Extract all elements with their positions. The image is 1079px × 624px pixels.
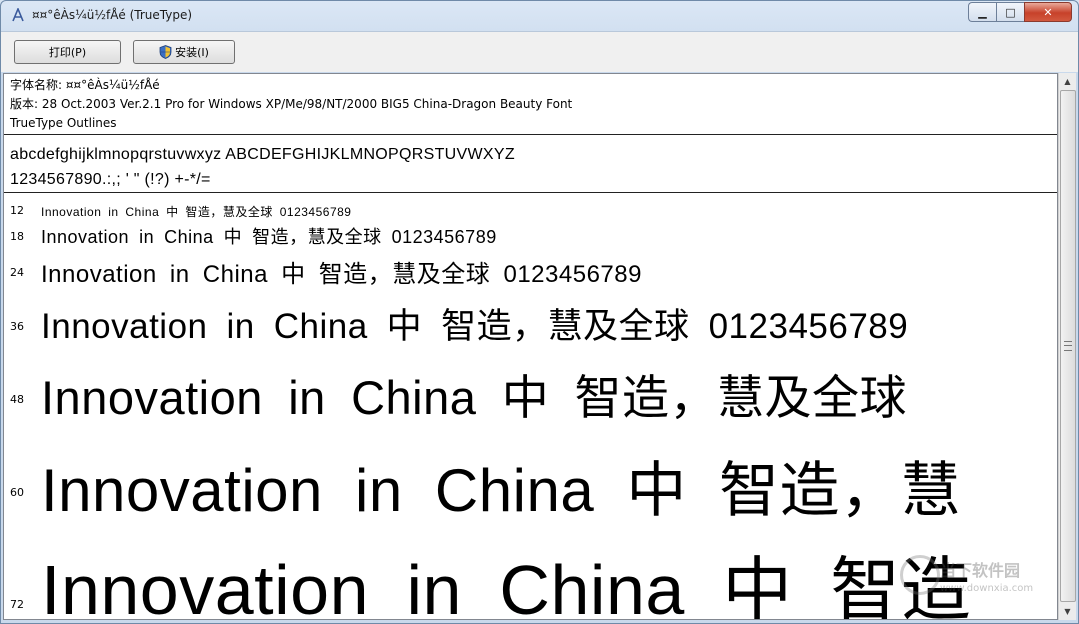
size-label: 24 <box>10 266 24 279</box>
font-icon <box>10 7 26 23</box>
site-watermark: 当下软件园 www.downxia.com <box>900 553 1060 603</box>
close-icon: ✕ <box>1043 5 1053 19</box>
watermark-name: 当下软件园 <box>940 561 1021 580</box>
charset-digits: 1234567890.:,; ' " (!?) +-*/= <box>10 171 211 188</box>
install-button[interactable]: 安装(I) <box>133 40 235 64</box>
minimize-button[interactable]: ▁ <box>968 2 996 22</box>
maximize-button[interactable]: □ <box>996 2 1024 22</box>
size-label: 60 <box>10 486 24 499</box>
watermark-url: www.downxia.com <box>940 583 1034 594</box>
size-label: 36 <box>10 320 24 333</box>
font-viewer-window: ¤¤°êÀs¼ü½fÅé (TrueType) ▁ □ ✕ 打印(P) 安装(I… <box>0 0 1079 624</box>
uac-shield-icon <box>159 45 172 59</box>
size-label: 12 <box>10 204 24 217</box>
sample-text: Innovation in China 中 智造，慧及全球 <box>41 371 908 424</box>
vertical-scrollbar[interactable]: ▲ ▼ <box>1058 73 1076 620</box>
font-outline-type: TrueType Outlines <box>10 116 117 130</box>
scroll-up-icon[interactable]: ▲ <box>1059 73 1076 90</box>
caption-buttons: ▁ □ ✕ <box>968 2 1072 22</box>
scroll-down-icon[interactable]: ▼ <box>1059 603 1076 620</box>
font-preview-pane: 字体名称: ¤¤°êÀs¼ü½fÅé 版本: 28 Oct.2003 Ver.2… <box>3 73 1058 620</box>
print-button-label: 打印(P) <box>48 46 87 59</box>
divider <box>4 134 1057 135</box>
install-button-label: 安装(I) <box>175 46 209 59</box>
minimize-icon: ▁ <box>978 5 987 19</box>
sample-text: Innovation in China 中 智造，慧及全球 0123456789 <box>41 227 497 247</box>
toolbar: 打印(P) 安装(I) <box>1 31 1078 72</box>
maximize-icon: □ <box>1005 5 1016 19</box>
sample-text: Innovation in China 中 智造，慧及全球 0123456789 <box>41 261 642 288</box>
sample-text: Innovation in China 中 智造，慧及全球 0123456789 <box>41 307 909 346</box>
font-info: 字体名称: ¤¤°êÀs¼ü½fÅé 版本: 28 Oct.2003 Ver.2… <box>10 76 572 133</box>
grip-icon <box>1064 341 1072 351</box>
font-name: 字体名称: ¤¤°êÀs¼ü½fÅé <box>10 78 160 92</box>
title-bar[interactable]: ¤¤°êÀs¼ü½fÅé (TrueType) ▁ □ ✕ <box>1 1 1078 29</box>
charset-letters: abcdefghijklmnopqrstuvwxyz ABCDEFGHIJKLM… <box>10 146 515 163</box>
size-label: 48 <box>10 393 24 406</box>
close-button[interactable]: ✕ <box>1024 2 1072 22</box>
window-title: ¤¤°êÀs¼ü½fÅé (TrueType) <box>32 8 193 22</box>
divider <box>4 192 1057 193</box>
sample-text: Innovation in China 中 智造，慧 <box>41 457 962 524</box>
size-label: 18 <box>10 230 24 243</box>
font-version: 版本: 28 Oct.2003 Ver.2.1 Pro for Windows … <box>10 97 573 111</box>
watermark-logo-icon <box>900 555 940 595</box>
scrollbar-thumb[interactable] <box>1060 90 1076 602</box>
sample-text: Innovation in China 中 智造 <box>41 551 972 620</box>
size-label: 72 <box>10 598 24 611</box>
sample-text: Innovation in China 中 智造，慧及全球 0123456789 <box>41 205 352 219</box>
print-button[interactable]: 打印(P) <box>14 40 121 64</box>
